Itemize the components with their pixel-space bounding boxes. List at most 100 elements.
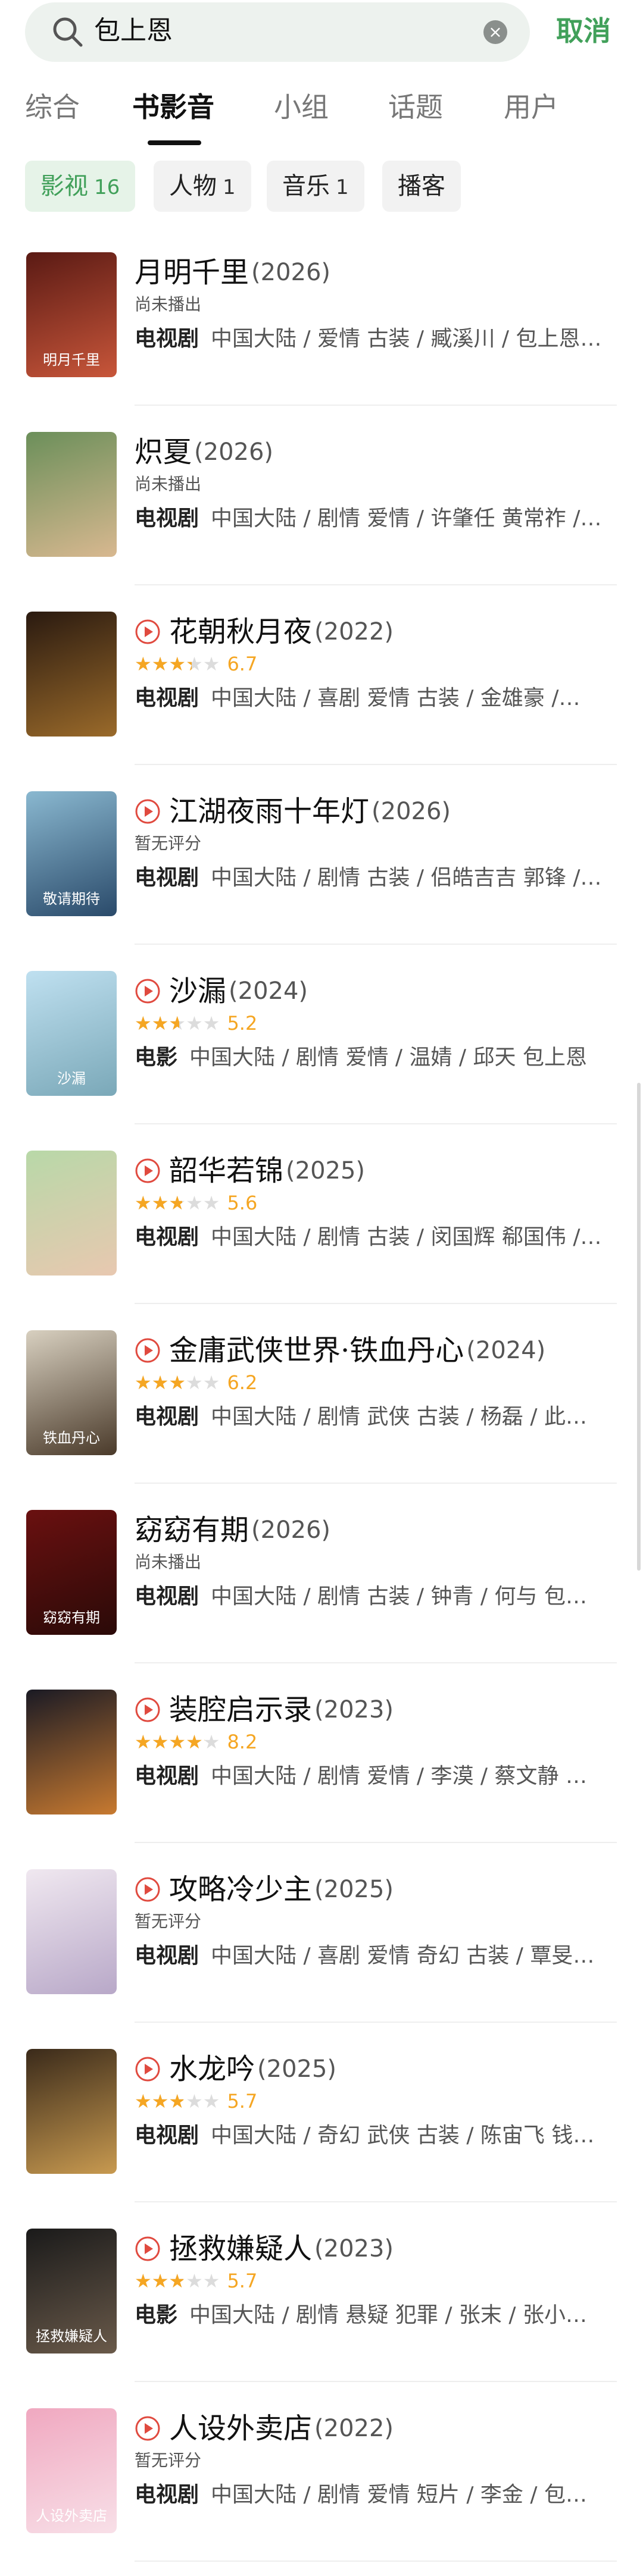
result-item[interactable]: 人设外卖店 人设外卖店 (2022) 暂无评分 电视剧 中国大陆 / 剧情 爱情 短片 /… bbox=[0, 2382, 643, 2562]
play-icon[interactable] bbox=[135, 1337, 161, 1364]
star-icon: ★★ bbox=[186, 1731, 203, 1753]
scrollbar[interactable] bbox=[637, 1083, 641, 1571]
rating-score: 5.7 bbox=[227, 2270, 258, 2292]
search-box[interactable]: 包上恩 × bbox=[25, 2, 530, 62]
star-icon: ★★ bbox=[168, 1012, 186, 1035]
poster-image[interactable] bbox=[26, 432, 117, 557]
clear-icon[interactable]: × bbox=[483, 20, 507, 44]
play-icon[interactable] bbox=[135, 2056, 161, 2082]
meta-row: 电视剧 中国大陆 / 剧情 古装 / 侣皓吉吉 郭锋 /… bbox=[135, 861, 623, 895]
poster-image[interactable] bbox=[26, 1690, 117, 1815]
result-item[interactable]: 沙漏沙漏(2024)★★★★★★★★★★5.2电影中国大陆 / 剧情 爱情 / … bbox=[0, 945, 643, 1124]
poster-image[interactable] bbox=[26, 612, 117, 737]
result-meta: 中国大陆 / 剧情 爱情 / 许肇任 黄常祚 /… bbox=[211, 506, 602, 531]
filter-chip-music[interactable]: 音乐 1 bbox=[267, 161, 364, 212]
star-icon: ★★ bbox=[168, 653, 186, 675]
star-icon: ★★ bbox=[151, 653, 169, 675]
rating-row: ★★★★★★★★★★6.7 bbox=[135, 652, 257, 676]
result-title[interactable]: 韶华若锦 bbox=[169, 1152, 283, 1190]
result-title[interactable]: 炽夏 bbox=[135, 433, 192, 471]
meta-row: 电视剧 中国大陆 / 剧情 爱情 短片 / 李金 / 包… bbox=[135, 2478, 623, 2512]
result-title[interactable]: 人设外卖店 bbox=[169, 2409, 312, 2447]
media-type: 电视剧 bbox=[135, 506, 199, 531]
play-icon[interactable] bbox=[135, 1158, 161, 1184]
result-item[interactable]: 韶华若锦(2025)★★★★★★★★★★5.6电视剧中国大陆 / 剧情 古装 /… bbox=[0, 1124, 643, 1304]
meta-row: 电视剧 中国大陆 / 剧情 爱情 / 李漠 / 蔡文静 … bbox=[135, 1760, 623, 1793]
play-icon[interactable] bbox=[135, 619, 161, 645]
rating-row: 暂无评分 bbox=[135, 1910, 201, 1933]
result-title[interactable]: 装腔启示录 bbox=[169, 1691, 312, 1729]
result-title[interactable]: 花朝秋月夜 bbox=[169, 613, 312, 651]
search-input[interactable]: 包上恩 bbox=[94, 13, 173, 49]
title-row: 装腔启示录 (2023) bbox=[135, 1691, 394, 1729]
rating-status: 暂无评分 bbox=[135, 1911, 202, 1931]
poster-image[interactable]: 人设外卖店 bbox=[26, 2408, 117, 2533]
star-icon: ★★ bbox=[186, 2090, 203, 2113]
result-meta: 中国大陆 / 剧情 爱情 / 李漠 / 蔡文静 … bbox=[211, 1764, 587, 1788]
star-rating: ★★★★★★★★★★ bbox=[135, 2089, 220, 2113]
result-item[interactable]: 敬请期待 江湖夜雨十年灯 (2026) 暂无评分 电视剧 中国大陆 / 剧情 古装 / 侣… bbox=[0, 765, 643, 945]
result-title[interactable]: 窈窈有期 bbox=[135, 1511, 249, 1549]
poster-image[interactable] bbox=[26, 2049, 117, 2174]
star-icon: ★★ bbox=[151, 1012, 169, 1035]
result-item[interactable]: 装腔启示录(2023)★★★★★★★★★★8.2电视剧中国大陆 / 剧情 爱情 … bbox=[0, 1663, 643, 1843]
meta-row: 电视剧 中国大陆 / 剧情 古装 / 闵国辉 郗国伟 /… bbox=[135, 1221, 623, 1254]
poster-caption: 敬请期待 bbox=[43, 891, 100, 907]
star-icon: ★★ bbox=[202, 2270, 220, 2292]
poster-image[interactable] bbox=[26, 1869, 117, 1994]
result-title[interactable]: 攻略冷少主 bbox=[169, 1870, 312, 1909]
title-row: 窈窈有期 (2026) bbox=[135, 1511, 330, 1549]
result-meta: 中国大陆 / 奇幻 武侠 古装 / 陈宙飞 钱… bbox=[211, 2123, 595, 2148]
play-icon[interactable] bbox=[135, 978, 161, 1004]
result-meta: 中国大陆 / 剧情 古装 / 侣皓吉吉 郭锋 /… bbox=[211, 866, 602, 890]
poster-caption: 拯救嫌疑人 bbox=[36, 2328, 107, 2345]
poster-image[interactable]: 明月千里 bbox=[26, 252, 117, 377]
play-icon[interactable] bbox=[135, 1876, 161, 1903]
result-item[interactable]: 炽夏 (2026) 尚未播出 电视剧 中国大陆 / 剧情 爱情 / 许肇任 黄常祚 /… bbox=[0, 406, 643, 585]
cancel-button[interactable]: 取消 bbox=[556, 13, 611, 49]
poster-image[interactable]: 敬请期待 bbox=[26, 791, 117, 916]
star-icon: ★★ bbox=[135, 1012, 152, 1035]
meta-row: 电视剧 中国大陆 / 喜剧 爱情 古装 / 金雄豪 /… bbox=[135, 682, 623, 715]
result-item[interactable]: 明月千里 月明千里 (2026) 尚未播出 电视剧 中国大陆 / 爱情 古装 / 臧溪川 … bbox=[0, 226, 643, 406]
poster-image[interactable]: 窈窈有期 bbox=[26, 1510, 117, 1635]
filter-chip-people[interactable]: 人物 1 bbox=[154, 161, 251, 212]
play-icon[interactable] bbox=[135, 798, 161, 825]
poster-image[interactable] bbox=[26, 1151, 117, 1276]
result-title[interactable]: 金庸武侠世界·铁血丹心 bbox=[169, 1331, 464, 1370]
result-item[interactable]: 攻略冷少主 (2025) 暂无评分 电视剧 中国大陆 / 喜剧 爱情 奇幻 古装 / 覃… bbox=[0, 1843, 643, 2023]
poster-image[interactable]: 拯救嫌疑人 bbox=[26, 2229, 117, 2354]
media-type: 电视剧 bbox=[135, 866, 199, 890]
title-row: 花朝秋月夜 (2022) bbox=[135, 613, 394, 651]
result-item[interactable]: 花朝秋月夜(2022)★★★★★★★★★★6.7 电视剧中国大陆 / 喜剧 爱情 … bbox=[0, 585, 643, 765]
filter-chip-movies-tv[interactable]: 影视 16 bbox=[25, 161, 136, 212]
poster-caption: 人设外卖店 bbox=[36, 2508, 107, 2524]
result-item[interactable]: 铁血丹心金庸武侠世界·铁血丹心(2024)★★★★★★★★★★6.2电视剧中国大… bbox=[0, 1304, 643, 1484]
tab-topics[interactable]: 话题 bbox=[388, 89, 443, 125]
play-icon[interactable] bbox=[135, 2236, 161, 2262]
poster-image[interactable]: 铁血丹心 bbox=[26, 1330, 117, 1455]
tab-users[interactable]: 用户 bbox=[504, 89, 558, 125]
filter-chip-podcasts[interactable]: 播客 bbox=[382, 161, 461, 212]
result-item[interactable]: 拯救嫌疑人拯救嫌疑人(2023)★★★★★★★★★★5.7电影中国大陆 / 剧情… bbox=[0, 2202, 643, 2382]
result-title[interactable]: 拯救嫌疑人 bbox=[169, 2230, 312, 2268]
play-icon[interactable] bbox=[135, 1697, 161, 1723]
result-item[interactable]: 水龙吟(2025)★★★★★★★★★★5.7电视剧中国大陆 / 奇幻 武侠 古装… bbox=[0, 2023, 643, 2202]
result-meta: 中国大陆 / 喜剧 爱情 古装 / 金雄豪 /… bbox=[211, 686, 580, 710]
media-type: 电视剧 bbox=[135, 1405, 199, 1429]
tab-all[interactable]: 综合 bbox=[25, 89, 80, 125]
result-title[interactable]: 江湖夜雨十年灯 bbox=[169, 792, 369, 831]
active-tab-indicator bbox=[148, 140, 201, 145]
result-item[interactable]: 窈窈有期 窈窈有期 (2026) 尚未播出 电视剧 中国大陆 / 剧情 古装 / 钟青 /… bbox=[0, 1484, 643, 1663]
result-title[interactable]: 沙漏 bbox=[169, 972, 226, 1010]
poster-image[interactable]: 沙漏 bbox=[26, 971, 117, 1096]
star-icon: ★★ bbox=[151, 1731, 169, 1753]
rating-status: 暂无评分 bbox=[135, 833, 202, 853]
tab-groups[interactable]: 小组 bbox=[274, 89, 329, 125]
result-title[interactable]: 月明千里 bbox=[135, 253, 249, 292]
result-title[interactable]: 水龙吟 bbox=[169, 2050, 255, 2088]
tab-books-movies-music[interactable]: 书影音 bbox=[132, 89, 214, 125]
play-icon[interactable] bbox=[135, 2415, 161, 2442]
poster-caption: 窈窈有期 bbox=[43, 1609, 100, 1626]
meta-row: 电视剧 中国大陆 / 喜剧 爱情 奇幻 古装 / 覃旻… bbox=[135, 1939, 623, 1973]
